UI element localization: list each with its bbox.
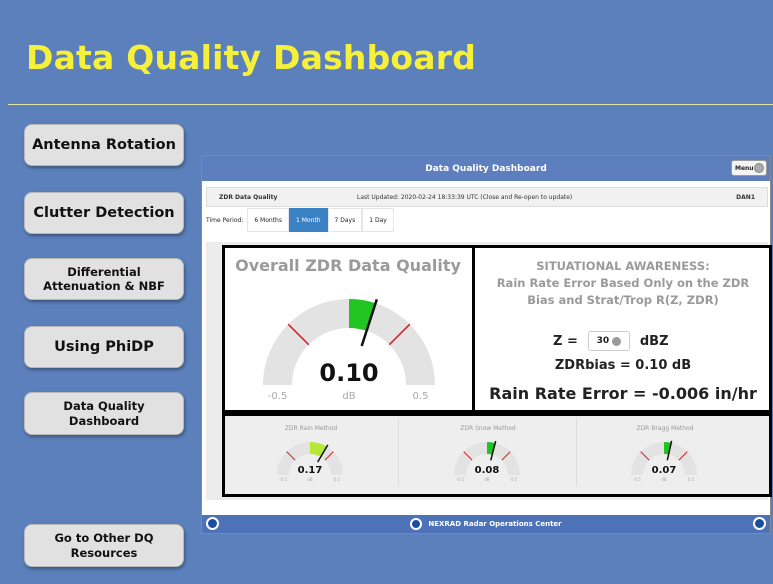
- period-6-months[interactable]: 6 Months: [247, 208, 289, 232]
- window-header: Data Quality Dashboard Menu: [202, 156, 770, 181]
- gauge-max-label: 0.5: [334, 477, 341, 482]
- menu-button[interactable]: Menu: [731, 160, 767, 176]
- snow-method-gauge: 0.08 -0.5 0.5 dB: [454, 440, 520, 482]
- window-footer: NEXRAD Radar Operations Center: [202, 515, 770, 533]
- time-period-bar: Time Period: 6 Months 1 Month 7 Days 1 D…: [206, 208, 506, 232]
- sa-line3: Bias and Strat/Trop R(Z, ZDR): [527, 293, 719, 307]
- gauge-value: 0.07: [652, 465, 677, 476]
- gauge-max-label: 0.5: [511, 477, 518, 482]
- gauge-value: 0.08: [475, 465, 500, 476]
- gauge-min-label: -0.5: [279, 477, 287, 482]
- z-unit: dBZ: [639, 333, 669, 349]
- method-divider: [576, 418, 577, 486]
- snow-method-gauge-block: ZDR Snow Method 0.08 -0.5 0.5 dB: [403, 417, 573, 487]
- z-select-value: 30: [596, 336, 610, 346]
- using-phidp-label: Using PhiDP: [54, 338, 154, 355]
- gauge-min-label: -0.5: [633, 477, 641, 482]
- page-title: Data Quality Dashboard: [26, 38, 477, 77]
- differential-attenuation-button[interactable]: Differential Attenuation & NBF: [24, 258, 184, 300]
- status-bar: ZDR Data Quality Last Updated: 2020-02-2…: [206, 187, 768, 207]
- gauge-max-label: 0.5: [413, 391, 429, 402]
- product-name: ZDR Data Quality: [219, 194, 278, 201]
- window-title: Data Quality Dashboard: [425, 163, 547, 174]
- situational-awareness-text: SITUATIONAL AWARENESS: Rain Rate Error B…: [478, 258, 768, 309]
- gauge-min-label: -0.5: [268, 391, 288, 402]
- noaa-logo-icon[interactable]: [753, 517, 766, 530]
- gauge-value: 0.10: [319, 359, 378, 387]
- snow-method-title: ZDR Snow Method: [460, 425, 516, 432]
- gauge-max-label: 0.5: [688, 477, 695, 482]
- other-dq-label-line1: Go to Other DQ: [54, 531, 154, 546]
- z-label: Z =: [553, 333, 578, 349]
- overall-quality-gauge: 0.10 -0.5 0.5 dB: [263, 299, 435, 402]
- gauge-min-label: -0.5: [456, 477, 464, 482]
- menu-icon: [754, 163, 764, 173]
- rain-rate-error-text: Rain Rate Error = -0.006 in/hr: [489, 384, 757, 403]
- dq-dashboard-label-line1: Data Quality: [63, 399, 145, 414]
- antenna-rotation-label: Antenna Rotation: [32, 136, 176, 153]
- differential-label-line1: Differential: [67, 264, 141, 279]
- bragg-method-gauge-block: ZDR Bragg Method 0.07 -0.5 0.5 dB: [580, 417, 750, 487]
- period-1-day[interactable]: 1 Day: [362, 208, 394, 232]
- gauge-unit-label: dB: [307, 477, 313, 482]
- z-selector-row: Z = 30 dBZ: [553, 331, 669, 351]
- clutter-detection-button[interactable]: Clutter Detection: [24, 192, 184, 234]
- sa-heading: SITUATIONAL AWARENESS:: [536, 259, 710, 273]
- last-updated: Last Updated: 2020-02-24 18:33:39 UTC (C…: [357, 194, 573, 201]
- other-dq-resources-button[interactable]: Go to Other DQ Resources: [24, 524, 184, 567]
- title-divider: [8, 104, 773, 105]
- z-select[interactable]: 30: [587, 331, 630, 351]
- gauge-unit-label: dB: [342, 391, 355, 402]
- dropdown-icon: [612, 336, 622, 346]
- data-quality-dashboard-button[interactable]: Data Quality Dashboard: [24, 392, 184, 435]
- rain-method-title: ZDR Rain Method: [284, 425, 338, 432]
- period-1-month[interactable]: 1 Month: [288, 208, 328, 232]
- bragg-method-title: ZDR Bragg Method: [636, 425, 694, 432]
- antenna-rotation-button[interactable]: Antenna Rotation: [24, 124, 184, 166]
- sa-line2: Rain Rate Error Based Only on the ZDR: [496, 276, 750, 290]
- gauge-unit-label: dB: [661, 477, 667, 482]
- noaa-logo-icon: [410, 518, 423, 530]
- zdr-bias-text: ZDRbias = 0.10 dB: [554, 358, 692, 373]
- rain-method-gauge-block: ZDR Rain Method 0.17 -0.5 0.5 dB: [226, 417, 396, 487]
- clutter-detection-label: Clutter Detection: [33, 204, 175, 221]
- site-id: DAN1: [736, 194, 755, 201]
- period-7-days[interactable]: 7 Days: [327, 208, 363, 232]
- noaa-logo-icon[interactable]: [206, 517, 219, 530]
- bragg-method-gauge: 0.07 -0.5 0.5 dB: [631, 440, 697, 482]
- footer-label: NEXRAD Radar Operations Center: [428, 520, 562, 528]
- using-phidp-button[interactable]: Using PhiDP: [24, 326, 184, 368]
- time-period-label: Time Period:: [206, 216, 244, 224]
- differential-label-line2: Attenuation & NBF: [43, 279, 165, 293]
- rain-method-gauge: 0.17 -0.5 0.5 dB: [277, 442, 343, 482]
- dq-dashboard-label-line2: Dashboard: [68, 413, 140, 428]
- gauge-value: 0.17: [298, 465, 323, 476]
- method-divider: [398, 418, 399, 486]
- other-dq-label-line2: Resources: [70, 545, 138, 560]
- gauge-unit-label: dB: [484, 477, 490, 482]
- menu-label: Menu: [735, 164, 754, 172]
